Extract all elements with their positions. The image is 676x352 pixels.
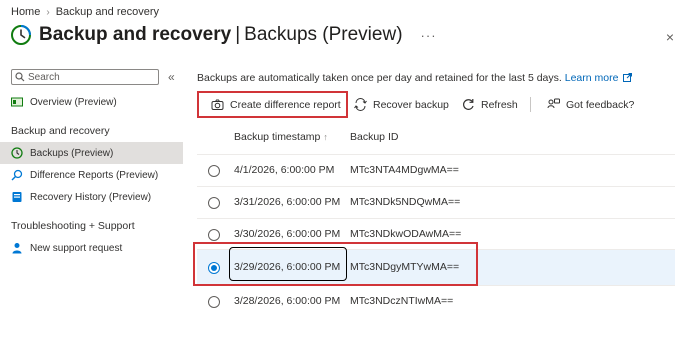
breadcrumb: Home › Backup and recovery — [11, 6, 159, 18]
row-radio[interactable] — [208, 229, 220, 241]
toolbar-divider — [530, 97, 531, 112]
cell-backup-id: MTc3NDczNTIwMA== — [350, 295, 454, 307]
refresh-button[interactable]: Refresh — [462, 91, 518, 118]
cell-backup-id: MTc3NTA4MDgwMA== — [350, 164, 459, 176]
backup-clock-icon — [11, 25, 31, 45]
history-icon — [12, 192, 22, 202]
sort-ascending-icon: ↑ — [323, 132, 328, 142]
page-header: Backup and recovery | Backups (Preview) ··… — [10, 24, 676, 46]
chevron-right-icon: › — [46, 6, 50, 18]
table-row[interactable]: 3/31/2026, 6:00:00 PM MTc3NDk5NDQwMA== — [197, 186, 675, 218]
sidebar-item-new-support-request[interactable]: New support request — [0, 237, 183, 259]
camera-icon — [211, 99, 224, 110]
collapse-sidebar-icon[interactable]: « — [168, 70, 175, 84]
search-icon — [11, 169, 23, 181]
row-radio[interactable] — [208, 197, 220, 209]
cell-timestamp: 3/31/2026, 6:00:00 PM — [234, 196, 341, 208]
overview-icon — [11, 97, 23, 107]
sidebar-item-overview[interactable]: Overview (Preview) — [0, 91, 183, 113]
table-row[interactable]: 3/28/2026, 6:00:00 PM MTc3NDczNTIwMA== — [197, 285, 675, 317]
search-icon — [15, 72, 25, 82]
search-input[interactable]: Search — [11, 69, 159, 85]
cell-timestamp: 3/30/2026, 6:00:00 PM — [234, 228, 341, 240]
info-text: Backups are automatically taken once per… — [197, 72, 633, 84]
breadcrumb-current[interactable]: Backup and recovery — [56, 6, 159, 18]
row-radio[interactable] — [208, 165, 220, 177]
refresh-icon — [463, 99, 474, 110]
cell-timestamp: 3/28/2026, 6:00:00 PM — [234, 295, 341, 307]
sidebar-item-backups[interactable]: Backups (Preview) — [0, 142, 183, 164]
close-icon[interactable]: × — [666, 29, 674, 45]
cell-backup-id: MTc3NDkwODAwMA== — [350, 228, 462, 240]
sidebar-item-recovery-history[interactable]: Recovery History (Preview) — [0, 186, 183, 208]
column-header-backup-id[interactable]: Backup ID — [350, 131, 398, 143]
sidebar-section-troubleshooting: Troubleshooting + Support — [11, 220, 135, 232]
clock-icon — [11, 147, 23, 159]
recover-icon — [354, 98, 367, 111]
cell-timestamp: 4/1/2026, 6:00:00 PM — [234, 164, 335, 176]
timestamp-focus-outline — [229, 247, 347, 281]
column-header-timestamp[interactable]: Backup timestamp ↑ — [234, 131, 328, 143]
create-difference-report-button[interactable]: Create difference report — [197, 91, 348, 118]
row-radio[interactable] — [208, 296, 220, 308]
page-title: Backup and recovery | Backups (Preview) — [39, 24, 403, 45]
more-options-icon[interactable]: ··· — [421, 28, 437, 43]
recover-backup-button[interactable]: Recover backup — [354, 91, 449, 118]
breadcrumb-home[interactable]: Home — [11, 6, 40, 18]
command-bar: Create difference report Recover backup … — [197, 91, 667, 118]
person-icon — [12, 243, 22, 254]
sidebar-section-backup: Backup and recovery — [11, 125, 110, 137]
external-link-icon — [623, 73, 633, 82]
feedback-button[interactable]: Got feedback? — [547, 91, 634, 118]
learn-more-link[interactable]: Learn more — [565, 72, 619, 84]
table-row[interactable]: 4/1/2026, 6:00:00 PM MTc3NTA4MDgwMA== — [197, 154, 675, 186]
cell-backup-id: MTc3NDk5NDQwMA== — [350, 196, 461, 208]
feedback-icon — [547, 98, 560, 109]
sidebar-item-difference-reports[interactable]: Difference Reports (Preview) — [0, 164, 183, 186]
search-placeholder: Search — [28, 71, 60, 83]
